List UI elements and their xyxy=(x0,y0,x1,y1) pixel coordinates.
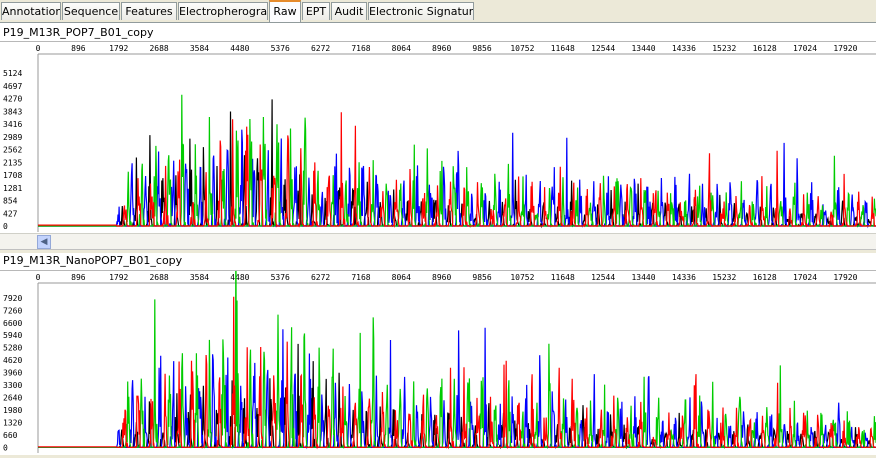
x-tick-label: 13440 xyxy=(631,44,655,53)
x-tick-label: 0 xyxy=(36,273,41,282)
trace-panel-2: P19_M13R_NanoPOP7_B01_copy 0 896 1792 2688 3… xyxy=(0,219,876,455)
x-tick-label: 4480 xyxy=(230,44,249,53)
y-tick-label: 854 xyxy=(3,197,18,206)
y-tick-label: 2562 xyxy=(3,146,22,155)
scroll-left-arrow-icon[interactable]: ◀ xyxy=(37,235,51,249)
tab-ept[interactable]: EPT xyxy=(302,2,330,20)
x-tick-label: 10752 xyxy=(510,44,534,53)
y-tick-label: 3300 xyxy=(3,381,22,390)
y-tick-label: 427 xyxy=(3,209,18,218)
x-tick-label: 11648 xyxy=(551,273,575,282)
x-tick-label: 9856 xyxy=(472,273,491,282)
y-tick-label: 5280 xyxy=(3,344,22,353)
y-tick-label: 1708 xyxy=(3,171,22,180)
x-tick-label: 8960 xyxy=(432,44,451,53)
x-tick-label: 16128 xyxy=(753,44,777,53)
x-tick-label: 896 xyxy=(71,44,86,53)
x-tick-label: 1792 xyxy=(109,44,128,53)
x-tick-label: 6272 xyxy=(311,44,330,53)
y-tick-label: 7920 xyxy=(3,294,22,303)
x-tick-label: 13440 xyxy=(631,273,655,282)
y-tick-label: 2135 xyxy=(3,158,22,167)
x-tick-label: 10752 xyxy=(510,273,534,282)
horizontal-scrollbar[interactable]: ◀ xyxy=(0,233,876,250)
y-tick-label: 3843 xyxy=(3,107,22,116)
y-tick-label: 5940 xyxy=(3,331,22,340)
y-tick-label: 1281 xyxy=(3,184,22,193)
y-tick-label: 7260 xyxy=(3,306,22,315)
tab-electronic-signature[interactable]: Electronic Signature xyxy=(368,2,474,20)
x-tick-label: 3584 xyxy=(190,273,209,282)
y-tick-label: 5124 xyxy=(3,69,22,78)
x-tick-label: 12544 xyxy=(591,273,615,282)
y-tick-label: 4270 xyxy=(3,95,22,104)
x-tick-label: 17920 xyxy=(833,273,857,282)
x-tick-label: 17024 xyxy=(793,44,817,53)
view-tab-bar: Annotation Sequence Features Electropherogr… xyxy=(0,0,876,23)
x-tick-label: 896 xyxy=(71,273,86,282)
x-tick-label: 12544 xyxy=(591,44,615,53)
x-tick-label: 14336 xyxy=(672,44,696,53)
raw-data-plot-1[interactable]: 0 896 1792 2688 3584 4480 5376 6272 7168 8064 8960… xyxy=(0,41,876,234)
tab-electropherogram[interactable]: Electropherogram xyxy=(178,2,268,20)
raw-data-chart-2: 0 896 1792 2688 3584 4480 5376 6272 7168 8064 8960… xyxy=(3,219,876,453)
x-tick-label: 2688 xyxy=(149,273,168,282)
x-tick-label: 4480 xyxy=(230,273,249,282)
y-tick-label: 2640 xyxy=(3,394,22,403)
tab-audit[interactable]: Audit xyxy=(331,2,367,20)
x-tick-label: 1792 xyxy=(109,273,128,282)
x-tick-label: 8064 xyxy=(392,273,411,282)
y-tick-label: 1320 xyxy=(3,418,22,427)
x-tick-label: 17920 xyxy=(833,44,857,53)
x-tick-label: 0 xyxy=(36,44,41,53)
sample-title-1: P19_M13R_POP7_B01_copy xyxy=(3,26,154,39)
y-tick-label: 0 xyxy=(3,222,8,231)
raw-data-chart-1: 0 896 1792 2688 3584 4480 5376 6272 7168 8064 8960… xyxy=(3,44,876,232)
y-tick-label: 3960 xyxy=(3,369,22,378)
raw-data-plot-2[interactable]: 0 896 1792 2688 3584 4480 5376 6272 7168 8064 8960… xyxy=(0,219,876,455)
x-tick-label: 7168 xyxy=(351,44,370,53)
x-tick-label: 2688 xyxy=(149,44,168,53)
trace-panel-1: P19_M13R_POP7_B01_copy 0 896 1792 2688 3584 4… xyxy=(0,23,876,250)
x-tick-label: 9856 xyxy=(472,44,491,53)
x-tick-label: 5376 xyxy=(271,44,290,53)
x-tick-label: 11648 xyxy=(551,44,575,53)
x-tick-label: 8064 xyxy=(392,44,411,53)
x-tick-label: 16128 xyxy=(753,273,777,282)
y-tick-label: 660 xyxy=(3,431,18,440)
x-tick-label: 17024 xyxy=(793,273,817,282)
x-tick-label: 14336 xyxy=(672,273,696,282)
x-tick-label: 5376 xyxy=(271,273,290,282)
y-tick-label: 2989 xyxy=(3,133,22,142)
y-tick-label: 4697 xyxy=(3,82,22,91)
y-tick-label: 3416 xyxy=(3,120,22,129)
x-tick-label: 15232 xyxy=(712,273,736,282)
tab-features[interactable]: Features xyxy=(121,2,177,20)
tab-annotation[interactable]: Annotation xyxy=(1,2,61,20)
x-tick-label: 8960 xyxy=(432,273,451,282)
y-tick-label: 6600 xyxy=(3,319,22,328)
tab-raw[interactable]: Raw xyxy=(269,0,301,22)
x-tick-label: 15232 xyxy=(712,44,736,53)
tab-sequence[interactable]: Sequence xyxy=(62,2,120,20)
y-tick-label: 4620 xyxy=(3,356,22,365)
sample-title-2: P19_M13R_NanoPOP7_B01_copy xyxy=(3,254,183,267)
y-tick-label: 0 xyxy=(3,443,8,452)
y-tick-label: 1980 xyxy=(3,406,22,415)
x-tick-label: 3584 xyxy=(190,44,209,53)
x-tick-label: 7168 xyxy=(351,273,370,282)
x-tick-label: 6272 xyxy=(311,273,330,282)
